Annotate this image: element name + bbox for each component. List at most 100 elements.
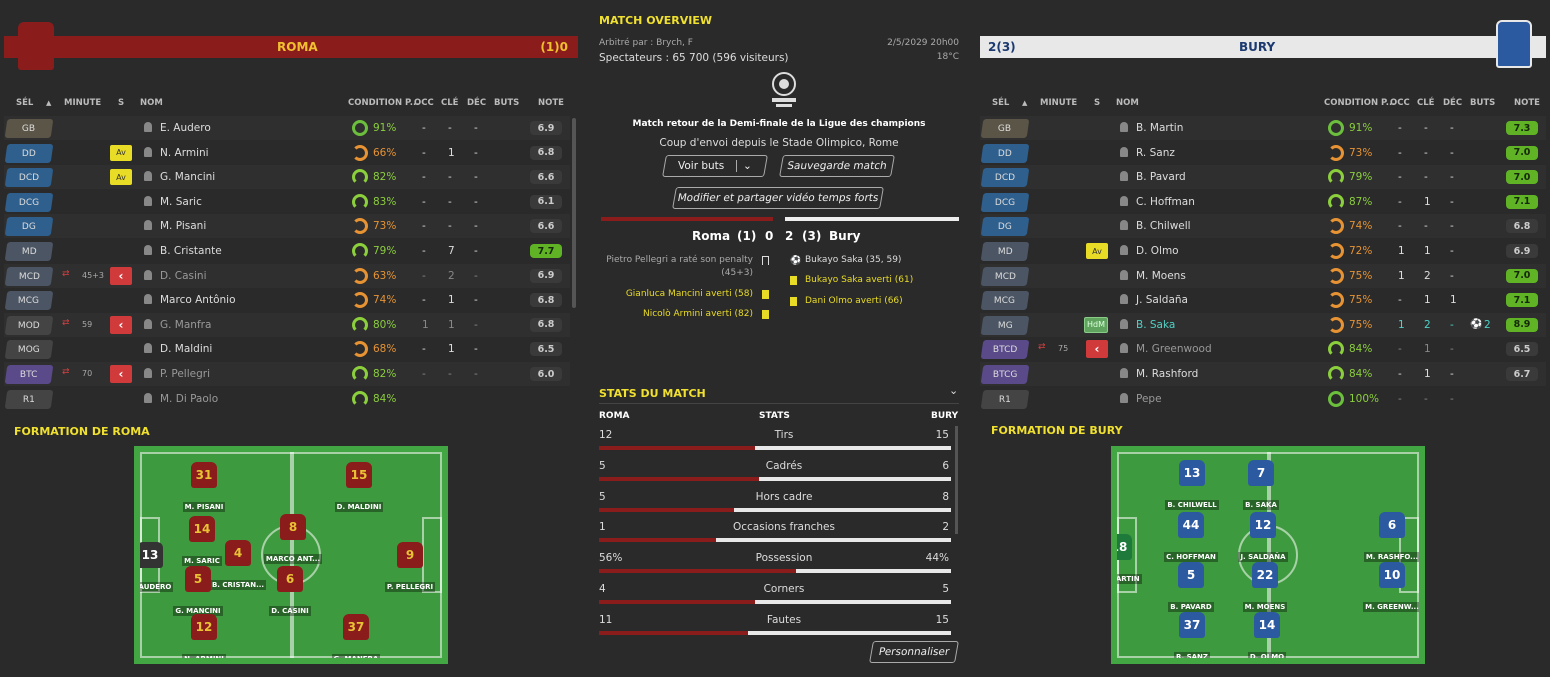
player-name[interactable]: C. Hoffman xyxy=(1136,196,1195,208)
col-header-nom[interactable]: NOM xyxy=(1116,98,1139,108)
home-table-scrollbar[interactable] xyxy=(572,118,576,308)
position-badge[interactable]: R1 xyxy=(4,389,54,409)
table-row[interactable] xyxy=(980,288,1546,312)
player-name[interactable]: D. Casini xyxy=(160,270,207,282)
sub-out-button[interactable]: ‹ xyxy=(110,315,132,334)
col-header-condition[interactable]: CONDITION P... xyxy=(1324,98,1395,108)
chevron-down-icon[interactable]: ⌄ xyxy=(736,160,753,172)
table-row[interactable] xyxy=(980,239,1546,263)
formation-player[interactable]: 5 B. PAVARD xyxy=(1156,562,1226,612)
position-badge[interactable]: MG xyxy=(980,315,1030,335)
table-row[interactable] xyxy=(4,190,570,214)
position-badge[interactable]: DCG xyxy=(980,192,1030,212)
position-badge[interactable]: DCG xyxy=(4,192,54,212)
position-badge[interactable]: DG xyxy=(980,217,1030,237)
table-row[interactable] xyxy=(980,141,1546,165)
player-name[interactable]: Marco Antônio xyxy=(160,294,236,306)
share-video-button[interactable]: Modifier et partager vidéo temps forts xyxy=(672,187,884,209)
col-header-note[interactable]: NOTE xyxy=(538,98,564,108)
view-goals-button[interactable]: Voir buts ⌄ xyxy=(662,155,768,177)
player-name[interactable]: B. Martin xyxy=(1136,122,1183,134)
position-badge[interactable]: BTCD xyxy=(980,340,1030,360)
sub-out-button[interactable]: ‹ xyxy=(110,266,132,285)
table-row[interactable] xyxy=(4,116,570,140)
formation-player[interactable]: 14 D. OLMO xyxy=(1232,612,1302,658)
stats-collapse-chevron-icon[interactable]: ⌄ xyxy=(949,384,958,397)
position-badge[interactable]: MCD xyxy=(4,266,54,286)
player-name[interactable]: B. Saka xyxy=(1136,319,1175,331)
position-badge[interactable]: MD xyxy=(980,242,1030,261)
player-name[interactable]: R. Sanz xyxy=(1136,147,1175,159)
player-name[interactable]: Pepe xyxy=(1136,393,1162,405)
formation-player[interactable]: 10 M. GREENW... xyxy=(1357,562,1419,612)
table-row[interactable] xyxy=(4,141,570,165)
col-header-cle[interactable]: CLÉ xyxy=(441,98,458,108)
formation-player[interactable]: 12 N. ARMINI xyxy=(169,614,239,658)
formation-player[interactable]: 7 B. SAKA xyxy=(1226,460,1296,510)
player-name[interactable]: G. Manfra xyxy=(160,319,211,331)
formation-player[interactable]: 13 B. CHILWELL xyxy=(1157,460,1227,510)
table-row[interactable] xyxy=(4,288,570,312)
position-badge[interactable]: R1 xyxy=(980,389,1030,409)
position-badge[interactable]: DD xyxy=(980,143,1030,163)
table-row[interactable] xyxy=(980,362,1546,386)
position-badge[interactable]: MOG xyxy=(4,340,54,360)
table-row[interactable] xyxy=(980,190,1546,214)
formation-player[interactable]: 18 B. MARTIN xyxy=(1117,534,1154,584)
position-badge[interactable]: MD xyxy=(4,242,54,261)
table-row[interactable] xyxy=(4,387,570,411)
player-name[interactable]: B. Pavard xyxy=(1136,171,1186,183)
col-header-sel[interactable]: SÉL xyxy=(992,98,1009,108)
position-badge[interactable]: GB xyxy=(4,119,54,138)
col-header-occ[interactable]: OCC xyxy=(1390,98,1410,108)
player-name[interactable]: M. Pisani xyxy=(160,220,206,232)
formation-player[interactable]: 37 R. SANZ xyxy=(1157,612,1227,658)
player-name[interactable]: M. Di Paolo xyxy=(160,393,218,405)
player-name[interactable]: D. Olmo xyxy=(1136,245,1179,257)
position-badge[interactable]: DCD xyxy=(980,168,1030,188)
customize-button[interactable]: Personnaliser xyxy=(869,641,959,663)
formation-player[interactable]: 22 M. MOENS xyxy=(1230,562,1300,612)
formation-player[interactable]: 31 M. PISANI xyxy=(169,462,239,512)
table-row[interactable] xyxy=(4,214,570,239)
player-name[interactable]: M. Greenwood xyxy=(1136,343,1212,355)
position-badge[interactable]: DD xyxy=(4,143,54,163)
player-name[interactable]: E. Audero xyxy=(160,122,211,134)
sort-arrow-icon[interactable]: ▲ xyxy=(46,99,51,107)
table-row[interactable] xyxy=(4,337,570,361)
col-header-nom[interactable]: NOM xyxy=(140,98,163,108)
col-header-condition[interactable]: CONDITION P... xyxy=(348,98,419,108)
table-row[interactable] xyxy=(4,165,570,190)
table-row[interactable] xyxy=(4,239,570,263)
col-header-occ[interactable]: OCC xyxy=(414,98,434,108)
position-badge[interactable]: MOD xyxy=(4,315,54,335)
position-badge[interactable]: BTC xyxy=(4,365,54,384)
table-row[interactable] xyxy=(980,263,1546,288)
formation-player[interactable]: 44 C. HOFFMAN xyxy=(1156,512,1226,562)
sub-out-button[interactable]: ‹ xyxy=(1086,340,1108,359)
col-header-dec[interactable]: DÉC xyxy=(1443,98,1462,108)
stats-scrollbar[interactable] xyxy=(955,426,958,534)
player-name[interactable]: G. Mancini xyxy=(160,171,215,183)
player-name[interactable]: M. Saric xyxy=(160,196,202,208)
table-row[interactable] xyxy=(980,312,1546,337)
col-header-buts[interactable]: BUTS xyxy=(494,98,519,108)
position-badge[interactable]: DG xyxy=(4,217,54,237)
player-name[interactable]: N. Armini xyxy=(160,147,209,159)
col-header-cle[interactable]: CLÉ xyxy=(1417,98,1434,108)
col-header-note[interactable]: NOTE xyxy=(1514,98,1540,108)
col-header-buts[interactable]: BUTS xyxy=(1470,98,1495,108)
col-header-minute[interactable]: MINUTE xyxy=(64,98,101,108)
position-badge[interactable]: GB xyxy=(980,119,1030,138)
col-header-s[interactable]: S xyxy=(118,98,124,108)
position-badge[interactable]: MCG xyxy=(4,291,54,311)
position-badge[interactable]: DCD xyxy=(4,168,54,188)
formation-player[interactable]: 12 J. SALDAÑA xyxy=(1228,512,1298,562)
player-name[interactable]: B. Cristante xyxy=(160,245,222,257)
player-name[interactable]: J. Saldaña xyxy=(1136,294,1188,306)
col-header-s[interactable]: S xyxy=(1094,98,1100,108)
formation-player[interactable]: 6 D. CASINI xyxy=(255,566,325,616)
table-row[interactable] xyxy=(980,387,1546,411)
position-badge[interactable]: BTCG xyxy=(980,365,1030,384)
player-name[interactable]: M. Rashford xyxy=(1136,368,1198,380)
